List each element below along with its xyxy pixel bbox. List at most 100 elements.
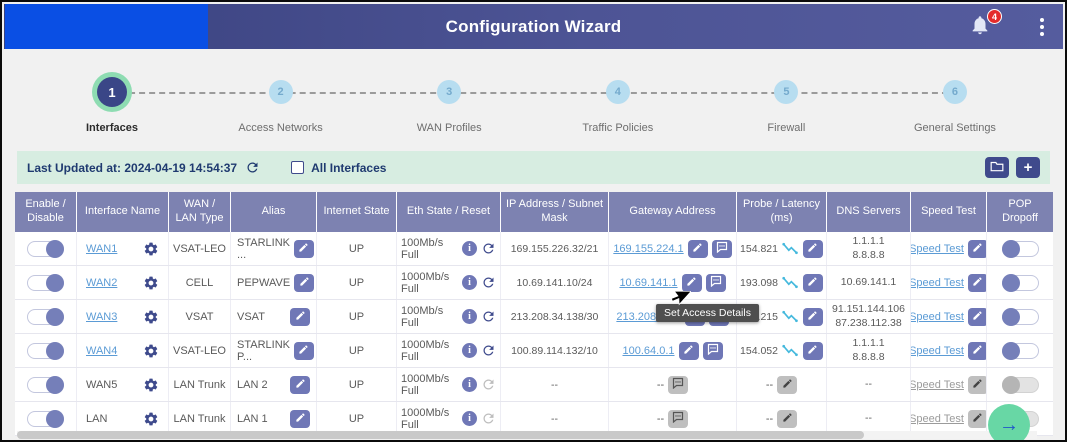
- interface-name-link[interactable]: WAN4: [86, 345, 117, 357]
- reset-icon[interactable]: [481, 275, 496, 290]
- enable-toggle[interactable]: [27, 309, 64, 325]
- pencil-icon: [972, 275, 983, 290]
- speed-test-link[interactable]: Speed Test: [911, 311, 964, 323]
- pop-dropoff-toggle[interactable]: [1002, 343, 1039, 359]
- app-window: Configuration Wizard 4 1 Interfaces 2 Ac…: [0, 0, 1067, 442]
- dns-servers: 91.151.144.10687.238.112.38: [832, 303, 905, 329]
- latency-chart-icon[interactable]: [782, 241, 799, 256]
- edit-alias-button[interactable]: [290, 308, 310, 326]
- latency-chart-icon[interactable]: [782, 275, 799, 290]
- table-row: WAN4 VSAT-LEO STARLINK P... UP 1000Mb/s …: [15, 334, 1053, 368]
- edit-speed-test-button[interactable]: [968, 240, 987, 258]
- wizard-stepper: 1 Interfaces 2 Access Networks 3 WAN Pro…: [4, 49, 1063, 145]
- toggle-knob: [1002, 308, 1020, 326]
- gear-icon[interactable]: [143, 309, 159, 325]
- enable-toggle[interactable]: [27, 411, 64, 427]
- speed-test-link[interactable]: Speed Test: [911, 345, 964, 357]
- horizontal-scrollbar[interactable]: [17, 431, 864, 439]
- gear-icon[interactable]: [143, 343, 159, 359]
- info-icon[interactable]: i: [462, 411, 477, 426]
- info-icon[interactable]: i: [462, 275, 477, 290]
- all-interfaces-checkbox[interactable]: [291, 161, 304, 174]
- internet-state: UP: [349, 345, 364, 357]
- gear-icon[interactable]: [143, 241, 159, 257]
- wizard-step-firewall[interactable]: 5 Firewall: [726, 75, 846, 145]
- edit-probe-button[interactable]: [803, 342, 823, 360]
- edit-alias-button[interactable]: [290, 376, 310, 394]
- reset-icon[interactable]: [481, 241, 496, 256]
- info-icon[interactable]: i: [462, 241, 477, 256]
- enable-toggle[interactable]: [27, 241, 64, 257]
- edit-speed-test-button[interactable]: [968, 274, 987, 292]
- notifications-button[interactable]: 4: [969, 14, 995, 40]
- plus-icon: +: [1024, 159, 1033, 176]
- latency-chart-icon[interactable]: [782, 309, 799, 324]
- pop-dropoff-toggle[interactable]: [1002, 241, 1039, 257]
- speed-test-link: Speed Test: [911, 413, 964, 425]
- interface-name-link[interactable]: WAN2: [86, 277, 117, 289]
- access-details-button[interactable]: [712, 240, 732, 258]
- enable-toggle[interactable]: [27, 275, 64, 291]
- info-icon[interactable]: i: [462, 343, 477, 358]
- edit-probe-button[interactable]: [803, 240, 823, 258]
- edit-alias-button[interactable]: [294, 342, 314, 360]
- alias-text: PEPWAVE: [237, 277, 290, 289]
- alias-text: LAN 1: [237, 413, 268, 425]
- wizard-step-wan-profiles[interactable]: 3 WAN Profiles: [389, 75, 509, 145]
- edit-probe-button[interactable]: [803, 274, 823, 292]
- gear-icon[interactable]: [143, 411, 159, 427]
- wizard-step-access-networks[interactable]: 2 Access Networks: [221, 75, 341, 145]
- edit-alias-button[interactable]: [294, 240, 314, 258]
- interface-name-link[interactable]: WAN3: [86, 311, 117, 323]
- step-number[interactable]: 2: [269, 80, 293, 104]
- bulk-config-button[interactable]: [985, 157, 1009, 178]
- kebab-menu-button[interactable]: [1035, 16, 1049, 38]
- wizard-step-interfaces[interactable]: 1 Interfaces: [52, 75, 172, 145]
- next-step-button[interactable]: →: [988, 404, 1030, 442]
- latency-chart-icon[interactable]: [782, 343, 799, 358]
- gateway-value: --: [657, 379, 664, 391]
- step-number[interactable]: 1: [97, 77, 127, 107]
- info-icon[interactable]: i: [462, 377, 477, 392]
- step-number[interactable]: 5: [774, 80, 798, 104]
- enable-toggle[interactable]: [27, 343, 64, 359]
- info-icon[interactable]: i: [462, 309, 477, 324]
- wizard-step-general-settings[interactable]: 6 General Settings: [895, 75, 1015, 145]
- enable-toggle[interactable]: [27, 377, 64, 393]
- add-interface-button[interactable]: +: [1016, 157, 1040, 178]
- edit-alias-button[interactable]: [294, 274, 314, 292]
- gear-icon[interactable]: [143, 275, 159, 291]
- pencil-icon: [295, 377, 306, 392]
- edit-gateway-button[interactable]: [688, 240, 708, 258]
- access-details-button[interactable]: [706, 274, 726, 292]
- pop-dropoff-toggle[interactable]: [1002, 275, 1039, 291]
- table-header-row: Enable / DisableInterface NameWAN / LAN …: [15, 192, 1053, 232]
- table-toolbar: Last Updated at: 2024-04-19 14:54:37 All…: [17, 151, 1050, 184]
- speed-test-link[interactable]: Speed Test: [911, 277, 964, 289]
- reset-icon[interactable]: [481, 309, 496, 324]
- gateway-link[interactable]: 169.155.224.1: [613, 243, 683, 255]
- pop-dropoff-toggle[interactable]: [1002, 309, 1039, 325]
- edit-alias-button[interactable]: [290, 410, 310, 428]
- reset-icon[interactable]: [481, 343, 496, 358]
- toggle-knob: [46, 274, 64, 292]
- speed-test-link[interactable]: Speed Test: [911, 243, 964, 255]
- edit-speed-test-button[interactable]: [968, 308, 987, 326]
- edit-gateway-button[interactable]: [679, 342, 699, 360]
- gateway-link[interactable]: 10.69.141.1: [619, 277, 677, 289]
- edit-probe-button[interactable]: [803, 308, 823, 326]
- step-number[interactable]: 3: [437, 80, 461, 104]
- wizard-step-traffic-policies[interactable]: 4 Traffic Policies: [558, 75, 678, 145]
- edit-speed-test-button[interactable]: [968, 342, 987, 360]
- internet-state: UP: [349, 243, 364, 255]
- interface-name-link[interactable]: WAN1: [86, 243, 117, 255]
- refresh-icon[interactable]: [245, 160, 261, 176]
- gear-icon[interactable]: [143, 377, 159, 393]
- access-details-button[interactable]: [703, 342, 723, 360]
- gateway-link[interactable]: 100.64.0.1: [623, 345, 675, 357]
- step-number[interactable]: 6: [943, 80, 967, 104]
- internet-state: UP: [349, 311, 364, 323]
- step-number[interactable]: 4: [606, 80, 630, 104]
- dns-servers: 1.1.1.18.8.8.8: [852, 337, 884, 363]
- chat-bubble-icon: [710, 275, 722, 290]
